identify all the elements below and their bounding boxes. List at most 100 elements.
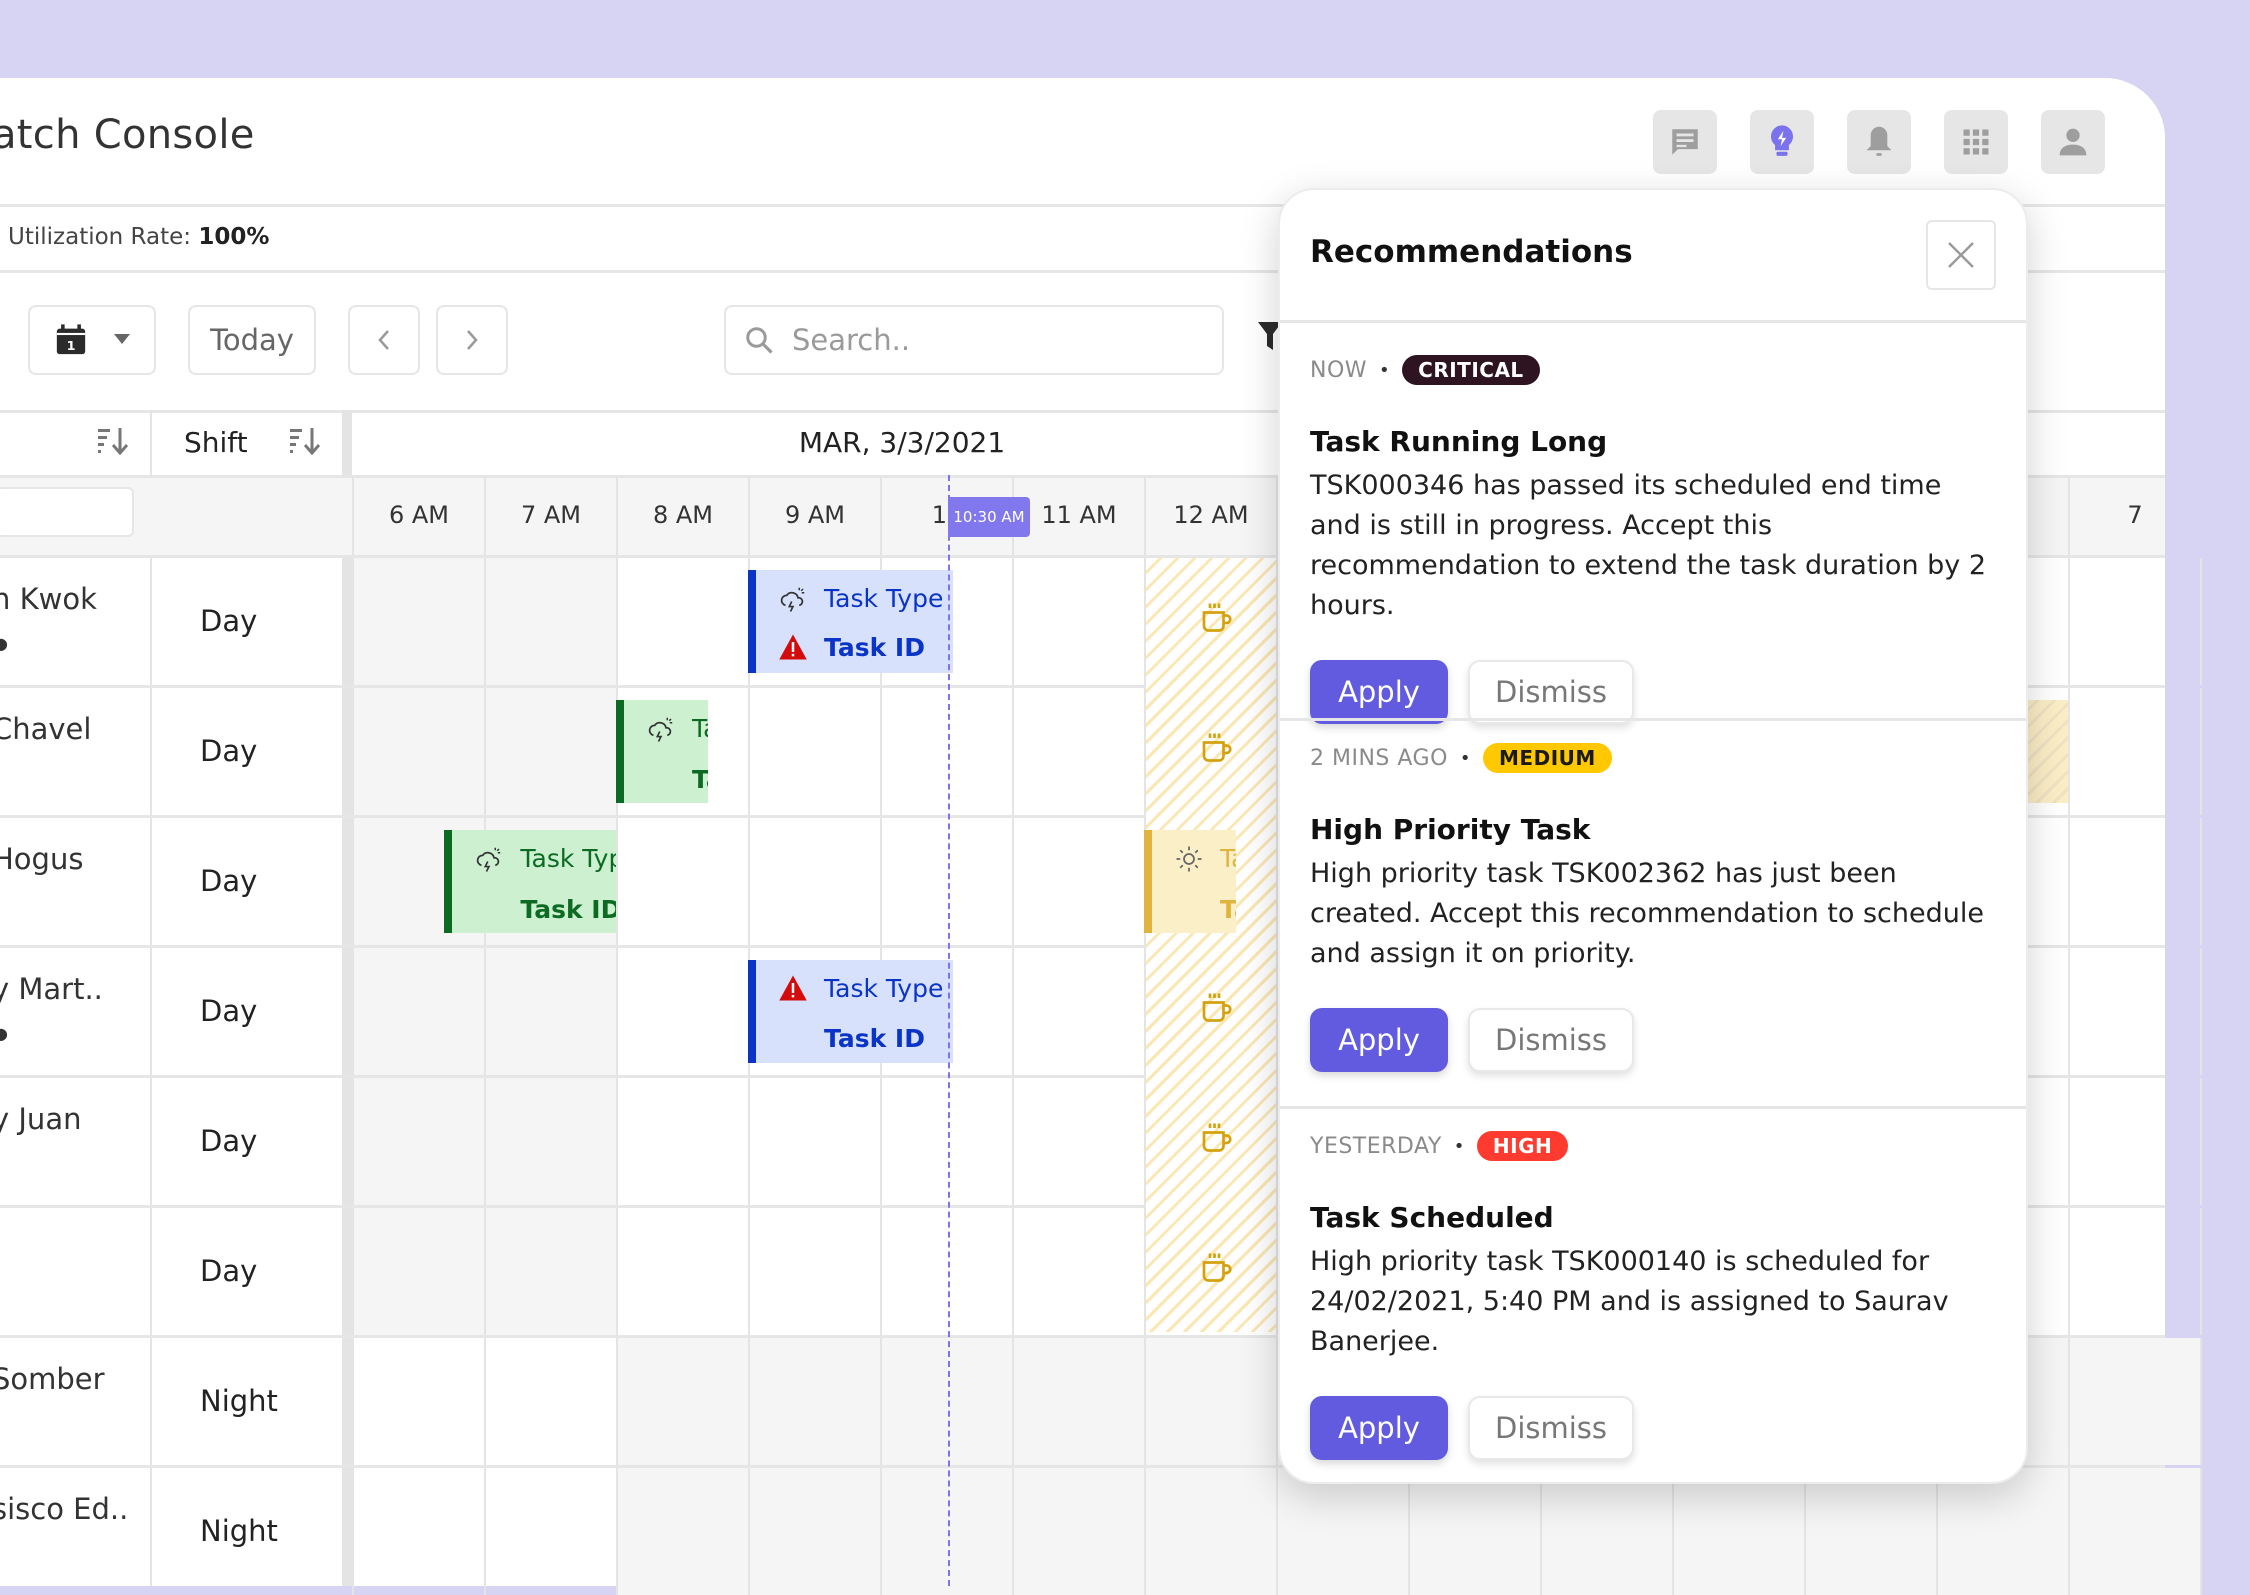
- hour-gridline: [880, 1078, 882, 1205]
- hour-gridline: [2200, 948, 2202, 1075]
- unavailable-cell: [352, 558, 484, 685]
- severity-badge: CRITICAL: [1402, 355, 1540, 385]
- unavailable-cell: [1276, 1468, 1408, 1595]
- unavailable-cell: [484, 1208, 616, 1335]
- coffee-break-icon: [1202, 1253, 1232, 1282]
- vehicle-icon: ●: [0, 634, 8, 653]
- employee-name[interactable]: Chavel: [0, 712, 91, 746]
- close-panel-button[interactable]: [1926, 220, 1996, 290]
- bell-icon: [1866, 126, 1892, 156]
- hour-gridline: [352, 558, 354, 685]
- chevron-right-icon: [467, 330, 478, 350]
- dismiss-button[interactable]: Dismiss: [1468, 1008, 1634, 1072]
- employee-shift: Day: [200, 1124, 258, 1158]
- hour-gridline: [616, 1468, 618, 1595]
- recommendation-title: High Priority Task: [1310, 813, 1591, 846]
- hour-label: 11 AM: [1012, 475, 1144, 555]
- unavailable-cell: [484, 1078, 616, 1205]
- utilization-rate: Utilization Rate: 100%: [8, 224, 269, 250]
- separator-dot: •: [1459, 747, 1472, 769]
- next-button[interactable]: [436, 305, 508, 375]
- employee-shift: Day: [200, 1254, 258, 1288]
- employee-name[interactable]: Hogus: [0, 842, 83, 876]
- hour-gridline: [880, 1468, 882, 1595]
- apply-button[interactable]: Apply: [1310, 1396, 1448, 1460]
- task-block[interactable]: Task Type Task ID: [1144, 830, 1237, 933]
- notifications-button[interactable]: [1847, 110, 1911, 174]
- apply-button[interactable]: Apply: [1310, 660, 1448, 724]
- hour-gridline: [880, 818, 882, 945]
- task-type: Task Type: [1220, 844, 1236, 873]
- recommendation-actions: Apply Dismiss: [1310, 1008, 2000, 1072]
- hour-gridline: [2200, 1468, 2202, 1595]
- previous-button[interactable]: [348, 305, 420, 375]
- employee-name[interactable]: y Juan: [0, 1102, 81, 1136]
- unavailable-cell: [1012, 1338, 1144, 1465]
- hour-gridline: [1012, 688, 1014, 815]
- recommendation-meta: YESTERDAY • HIGH: [1310, 1131, 2000, 1161]
- chat-button[interactable]: [1653, 110, 1717, 174]
- hour-gridline: [2068, 1338, 2070, 1465]
- calendar-view-dropdown[interactable]: 1: [28, 305, 156, 375]
- hour-gridline: [352, 688, 354, 815]
- unavailable-cell: [484, 688, 616, 815]
- search-input[interactable]: [790, 322, 1194, 358]
- apps-button[interactable]: [1944, 110, 2008, 174]
- coffee-break-icon: [1202, 993, 1232, 1022]
- chevron-left-icon: [378, 330, 389, 350]
- user-profile-button[interactable]: [2041, 110, 2105, 174]
- unavailable-cell: [1144, 1468, 1276, 1595]
- utilization-value: 100%: [198, 224, 270, 250]
- name-filter-input[interactable]: [0, 487, 134, 537]
- hour-gridline: [616, 1208, 618, 1335]
- unavailable-cell: [748, 1468, 880, 1595]
- unavailable-cell: [1672, 1468, 1804, 1595]
- hour-gridline: [352, 1078, 354, 1205]
- recommendation-meta: NOW • CRITICAL: [1310, 355, 2000, 385]
- task-icon-slot: [778, 1024, 824, 1063]
- employee-name[interactable]: y Mart..: [0, 972, 103, 1006]
- apply-button[interactable]: Apply: [1310, 1008, 1448, 1072]
- sort-shift-icon[interactable]: [290, 426, 322, 456]
- hour-gridline: [880, 1338, 882, 1465]
- unavailable-cell: [880, 1338, 1012, 1465]
- unavailable-cell: [1012, 1468, 1144, 1595]
- lightbulb-icon: [1770, 125, 1794, 156]
- current-time-badge: 10:30 AM: [948, 497, 1030, 537]
- panel-divider: [1280, 320, 2026, 323]
- hour-gridline: [616, 818, 618, 945]
- recommendation-meta: 2 MINS AGO • MEDIUM: [1310, 743, 2000, 773]
- recommendations-panel: Recommendations NOW • CRITICAL Task Running…: [1278, 188, 2028, 1484]
- hour-gridline: [1936, 1468, 1938, 1595]
- employee-name[interactable]: n Kwok: [0, 582, 97, 616]
- employee-row[interactable]: sisco Ed.. Night: [0, 1465, 2202, 1595]
- search-icon: [746, 327, 773, 354]
- sort-name-icon[interactable]: [98, 426, 130, 456]
- task-block[interactable]: Task Type Task ID: [748, 570, 953, 673]
- weather-storm-icon: [474, 844, 520, 889]
- task-block[interactable]: Task Type Task ID: [444, 830, 616, 933]
- shift-column-header[interactable]: Shift: [184, 410, 248, 475]
- recommendations-button[interactable]: [1750, 110, 1814, 174]
- hour-gridline: [748, 688, 750, 815]
- employee-shift: Day: [200, 994, 258, 1028]
- unavailable-cell: [1408, 1468, 1540, 1595]
- task-block[interactable]: Task Type Task ID: [748, 960, 953, 1063]
- hour-gridline: [748, 1338, 750, 1465]
- dismiss-button[interactable]: Dismiss: [1468, 660, 1634, 724]
- search-box[interactable]: [724, 305, 1224, 375]
- hour-gridline: [2200, 1078, 2202, 1205]
- today-button[interactable]: Today: [188, 305, 316, 375]
- hour-gridline: [1276, 1468, 1278, 1595]
- hour-gridline: [1012, 558, 1014, 685]
- warning-icon: [778, 974, 824, 1018]
- hour-gridline: [1804, 1468, 1806, 1595]
- employee-name[interactable]: Somber: [0, 1362, 105, 1396]
- task-type: Task Type: [824, 584, 944, 613]
- task-block[interactable]: Task Type Task ID: [616, 700, 709, 803]
- hour-gridline: [880, 1208, 882, 1335]
- hour-gridline: [616, 1338, 618, 1465]
- dismiss-button[interactable]: Dismiss: [1468, 1396, 1634, 1460]
- employee-shift: Day: [200, 864, 258, 898]
- employee-name[interactable]: sisco Ed..: [0, 1492, 128, 1526]
